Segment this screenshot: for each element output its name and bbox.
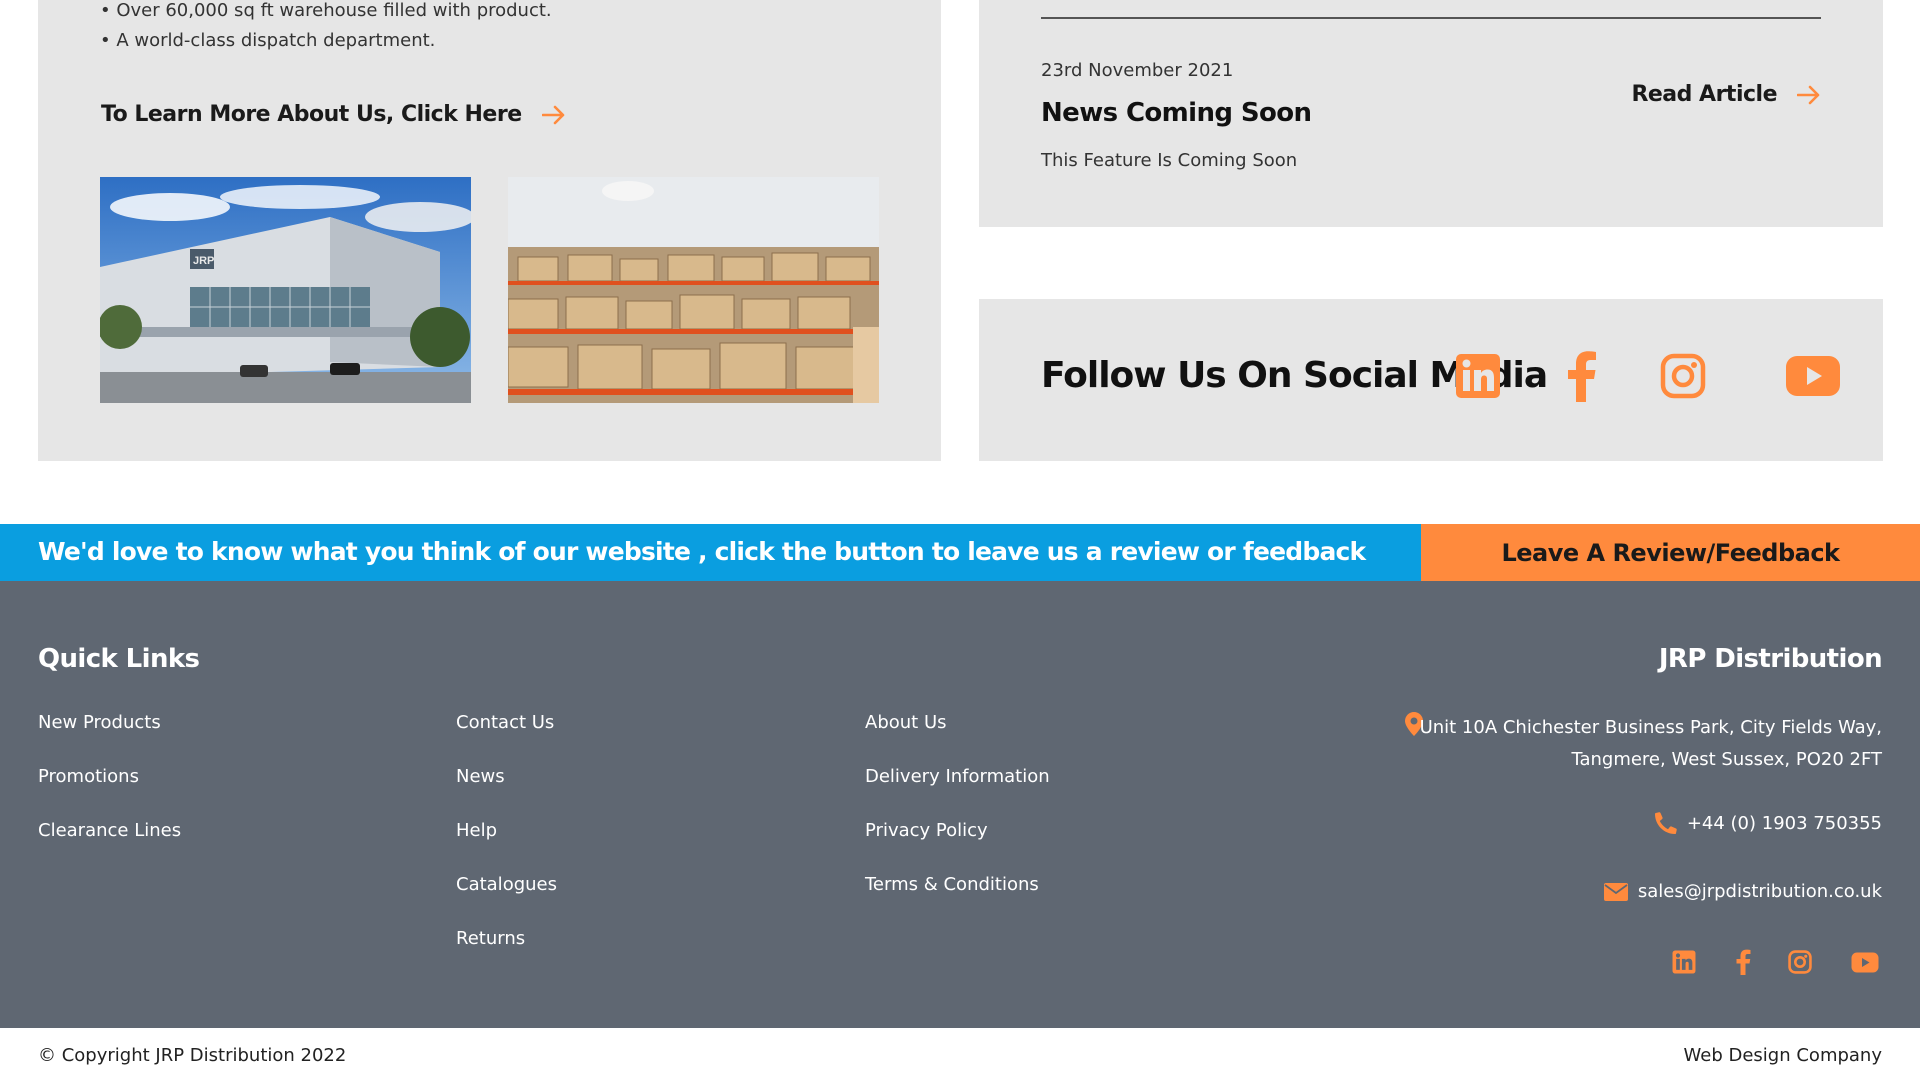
phone-number: +44 (0) 1903 750355 [1686, 812, 1882, 834]
leave-review-label: Leave A Review/Feedback [1501, 538, 1840, 567]
warehouse-building-photo: JRP [100, 177, 471, 403]
instagram-icon[interactable] [1788, 947, 1812, 977]
arrow-right-icon [1797, 85, 1820, 104]
footer-links-column: New Products Promotions Clearance Lines [38, 711, 181, 873]
svg-text:JRP: JRP [193, 255, 214, 267]
news-date: 23rd November 2021 [1041, 60, 1234, 81]
social-icons [1455, 347, 1843, 405]
footer: Quick Links New Products Promotions Clea… [0, 581, 1920, 1028]
linkedin-icon[interactable] [1455, 347, 1501, 405]
review-banner: We'd love to know what you think of our … [0, 524, 1920, 581]
news-excerpt: This Feature Is Coming Soon [1041, 150, 1298, 171]
footer-link-promotions[interactable]: Promotions [38, 765, 181, 819]
footer-link-returns[interactable]: Returns [456, 927, 557, 981]
footer-social-icons [1672, 947, 1882, 977]
email-address: sales@jrpdistribution.co.uk [1637, 881, 1882, 902]
footer-links-column: Contact Us News Help Catalogues Returns [456, 711, 557, 981]
footer-link-clearance-lines[interactable]: Clearance Lines [38, 819, 181, 873]
review-text: We'd love to know what you think of our … [38, 537, 1366, 566]
youtube-icon[interactable] [1785, 347, 1841, 405]
address-line: Unit 10A Chichester Business Park, City … [1419, 717, 1882, 738]
news-divider [1041, 17, 1821, 19]
footer-link-help[interactable]: Help [456, 819, 557, 873]
about-bullet: • Over 60,000 sq ft warehouse filled wit… [100, 0, 552, 21]
quick-links-heading: Quick Links [38, 644, 200, 674]
news-card: 23rd November 2021 News Coming Soon This… [979, 0, 1883, 227]
youtube-icon[interactable] [1850, 947, 1880, 977]
footer-link-contact-us[interactable]: Contact Us [456, 711, 557, 765]
copyright-text: © Copyright JRP Distribution 2022 [38, 1045, 347, 1066]
footer-link-news[interactable]: News [456, 765, 557, 819]
phone-contact[interactable]: +44 (0) 1903 750355 [1654, 812, 1882, 834]
review-text-panel: We'd love to know what you think of our … [0, 524, 1421, 581]
facebook-icon[interactable] [1735, 947, 1751, 977]
address-line: Tangmere, West Sussex, PO20 2FT [1571, 749, 1882, 770]
learn-more-label: To Learn More About Us, Click Here [101, 102, 522, 127]
warehouse-interior-photo [508, 177, 879, 403]
about-bullet: • A world-class dispatch department. [100, 30, 436, 51]
email-contact[interactable]: sales@jrpdistribution.co.uk [1603, 881, 1882, 902]
leave-review-button[interactable]: Leave A Review/Feedback [1421, 524, 1920, 581]
web-design-link[interactable]: Web Design Company [1684, 1045, 1882, 1066]
company-heading: JRP Distribution [1658, 644, 1883, 674]
facebook-icon[interactable] [1567, 347, 1597, 405]
footer-link-catalogues[interactable]: Catalogues [456, 873, 557, 927]
phone-icon [1654, 812, 1677, 834]
linkedin-icon[interactable] [1672, 947, 1696, 977]
read-article-link[interactable]: Read Article [1631, 82, 1821, 107]
footer-link-about-us[interactable]: About Us [865, 711, 1050, 765]
learn-more-link[interactable]: To Learn More About Us, Click Here [101, 102, 566, 127]
bottom-bar: © Copyright JRP Distribution 2022 Web De… [0, 1028, 1920, 1080]
instagram-icon[interactable] [1660, 347, 1706, 405]
footer-link-privacy-policy[interactable]: Privacy Policy [865, 819, 1050, 873]
read-article-label: Read Article [1631, 82, 1777, 107]
social-media-card: Follow Us On Social Media [979, 299, 1883, 461]
company-address: Unit 10A Chichester Business Park, City … [1412, 712, 1882, 776]
news-title[interactable]: News Coming Soon [1041, 98, 1312, 128]
envelope-icon [1603, 882, 1628, 901]
footer-link-terms-conditions[interactable]: Terms & Conditions [865, 873, 1050, 927]
footer-links-column: About Us Delivery Information Privacy Po… [865, 711, 1050, 927]
footer-link-new-products[interactable]: New Products [38, 711, 181, 765]
arrow-right-icon [541, 105, 564, 124]
footer-link-delivery-information[interactable]: Delivery Information [865, 765, 1050, 819]
about-card: • Over 60,000 sq ft warehouse filled wit… [38, 0, 941, 461]
